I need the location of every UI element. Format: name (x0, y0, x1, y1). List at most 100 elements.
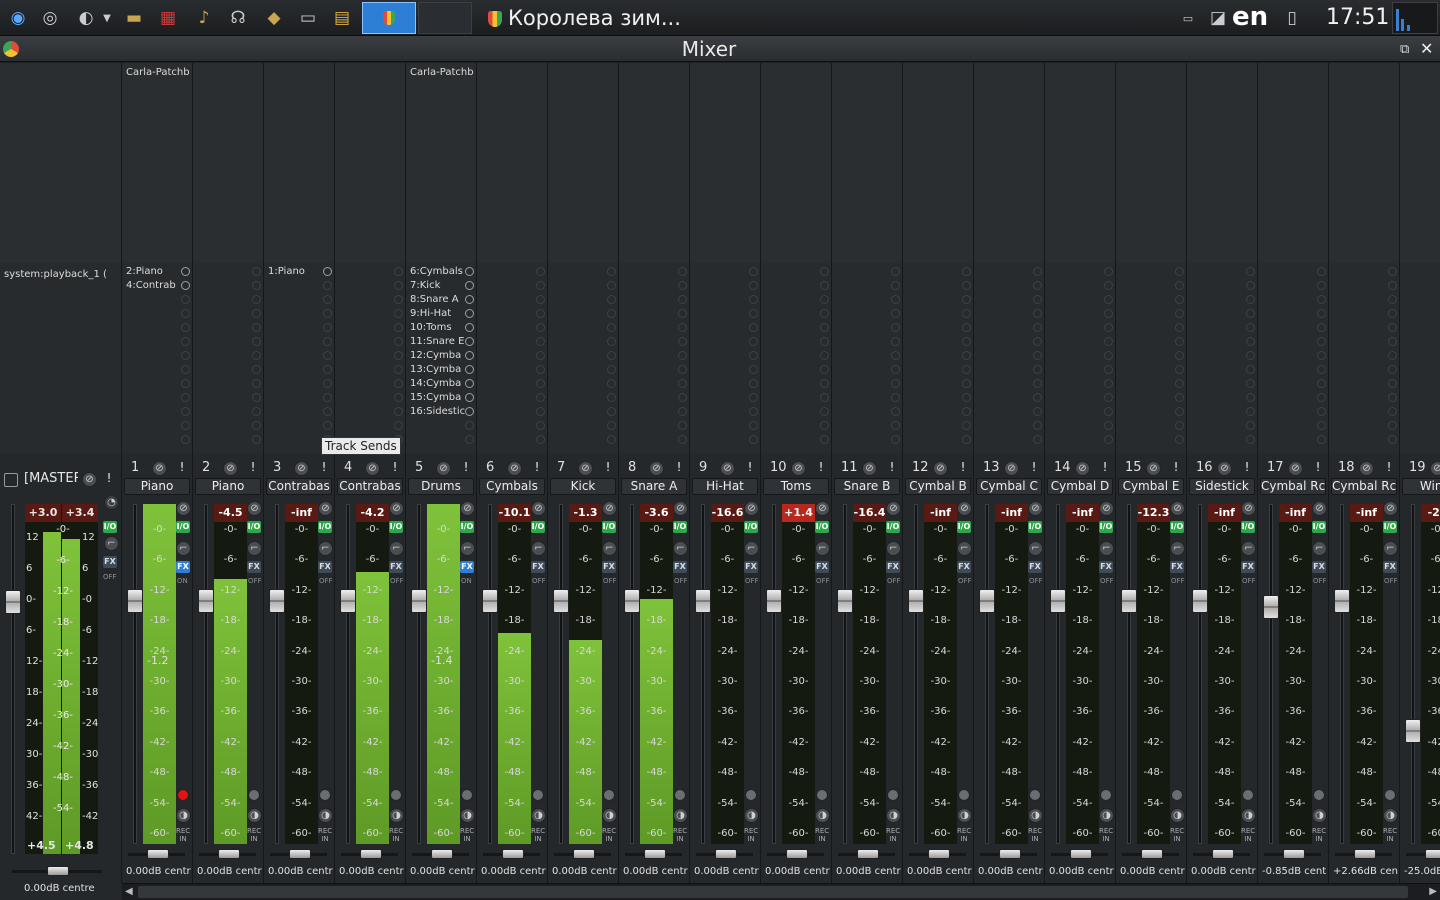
master-curve-icon[interactable]: ⌐ (104, 536, 119, 551)
empty-send-slot[interactable] (1033, 379, 1042, 388)
volume-fader[interactable] (269, 589, 285, 613)
pan-slider[interactable] (785, 849, 808, 859)
empty-send-slot[interactable] (1104, 309, 1113, 318)
mute-icon[interactable]: ⊘ (578, 461, 593, 476)
send-knob[interactable] (465, 337, 474, 346)
empty-send-slot[interactable] (820, 379, 829, 388)
volume-fader[interactable] (198, 589, 214, 613)
empty-send-slot[interactable] (1033, 267, 1042, 276)
empty-send-slot[interactable] (891, 309, 900, 318)
horizontal-scrollbar[interactable]: ◀ ▶ (122, 883, 1440, 900)
empty-send-slot[interactable] (323, 407, 332, 416)
empty-send-slot[interactable] (1104, 379, 1113, 388)
empty-send-slot[interactable] (962, 309, 971, 318)
master-menu-icon[interactable] (4, 473, 18, 487)
volume-fader-track[interactable] (630, 504, 634, 844)
input-monitor-icon[interactable]: ◑ (1028, 808, 1043, 823)
record-arm-button[interactable] (745, 789, 757, 801)
empty-send-slot[interactable] (323, 379, 332, 388)
empty-send-slot[interactable] (962, 393, 971, 402)
empty-send-slot[interactable] (1317, 351, 1326, 360)
mute-icon[interactable]: ⊘ (1075, 461, 1090, 476)
empty-send-slot[interactable] (181, 295, 190, 304)
empty-send-slot[interactable] (891, 337, 900, 346)
empty-send-slot[interactable] (820, 295, 829, 304)
strip-name[interactable]: Cymbal Rc (1331, 478, 1397, 495)
pan-knob[interactable]: ⊘ (389, 501, 404, 516)
network-icon[interactable]: ◪ (1206, 6, 1230, 30)
fx-button[interactable]: FX (602, 561, 616, 573)
solo-icon[interactable]: ! (674, 460, 684, 474)
record-arm-button[interactable] (319, 789, 331, 801)
empty-send-slot[interactable] (1175, 351, 1184, 360)
empty-send-slot[interactable] (1104, 267, 1113, 276)
empty-send-slot[interactable] (394, 309, 403, 318)
empty-send-slot[interactable] (181, 309, 190, 318)
empty-send-slot[interactable] (1317, 407, 1326, 416)
battery-icon[interactable]: ▯ (1280, 6, 1304, 30)
empty-send-slot[interactable] (1033, 407, 1042, 416)
empty-send-slot[interactable] (536, 351, 545, 360)
plugin-area[interactable] (619, 63, 689, 263)
empty-send-slot[interactable] (252, 309, 261, 318)
empty-send-slot[interactable] (891, 421, 900, 430)
pan-knob[interactable]: ⊘ (1312, 501, 1327, 516)
shield-app-icon[interactable]: ◆ (262, 6, 286, 30)
mute-icon[interactable]: ⊘ (1288, 461, 1303, 476)
window-titlebar[interactable]: Mixer ⧉ ✕ (0, 36, 1440, 62)
input-monitor-icon[interactable]: ◑ (1312, 808, 1327, 823)
volume-fader-track[interactable] (488, 504, 492, 844)
send-knob[interactable] (181, 267, 190, 276)
empty-send-slot[interactable] (1317, 337, 1326, 346)
empty-send-slot[interactable] (536, 365, 545, 374)
browser-icon[interactable]: ◐ (74, 6, 98, 30)
io-button[interactable]: I/O (1099, 521, 1113, 533)
empty-send-slot[interactable] (1104, 421, 1113, 430)
empty-send-slot[interactable] (891, 351, 900, 360)
empty-send-slot[interactable] (536, 435, 545, 444)
empty-send-slot[interactable] (536, 379, 545, 388)
empty-send-slot[interactable] (394, 267, 403, 276)
empty-send-slot[interactable] (1033, 435, 1042, 444)
empty-send-slot[interactable] (1175, 365, 1184, 374)
fx-button[interactable]: FX (318, 561, 332, 573)
send-knob[interactable] (465, 281, 474, 290)
io-button[interactable]: I/O (602, 521, 616, 533)
empty-send-slot[interactable] (678, 351, 687, 360)
empty-send-slot[interactable] (820, 407, 829, 416)
empty-send-slot[interactable] (1388, 337, 1397, 346)
empty-send-slot[interactable] (891, 435, 900, 444)
folder-icon[interactable]: ▬ (122, 6, 146, 30)
send-label[interactable]: 1:Piano (268, 266, 324, 277)
io-button[interactable]: I/O (957, 521, 971, 533)
taskbar-item-active[interactable] (362, 2, 416, 34)
fx-button[interactable]: FX (176, 561, 190, 573)
plugin-area[interactable] (548, 63, 618, 263)
volume-fader[interactable] (766, 589, 782, 613)
restore-icon[interactable]: ⧉ (1400, 42, 1409, 57)
curve-icon[interactable]: ⌐ (1312, 541, 1327, 556)
scrollbar-thumb[interactable] (138, 886, 1408, 898)
empty-send-slot[interactable] (323, 365, 332, 374)
empty-send-slot[interactable] (394, 407, 403, 416)
empty-send-slot[interactable] (891, 379, 900, 388)
mute-icon[interactable]: ⊘ (436, 461, 451, 476)
curve-icon[interactable]: ⌐ (744, 541, 759, 556)
fx-button[interactable]: FX (460, 561, 474, 573)
empty-send-slot[interactable] (678, 365, 687, 374)
volume-fader[interactable] (127, 589, 143, 613)
keyboard-icon[interactable]: ▭ (296, 6, 320, 30)
curve-icon[interactable]: ⌐ (531, 541, 546, 556)
empty-send-slot[interactable] (1317, 295, 1326, 304)
strip-name[interactable]: Cymbals (479, 478, 545, 495)
pan-knob[interactable]: ⊘ (815, 501, 830, 516)
empty-send-slot[interactable] (252, 267, 261, 276)
empty-send-slot[interactable] (323, 421, 332, 430)
taskbar-item-inactive[interactable] (418, 2, 472, 34)
archive-icon[interactable]: ▤ (330, 6, 354, 30)
mute-icon[interactable]: ⊘ (294, 461, 309, 476)
empty-send-slot[interactable] (1246, 379, 1255, 388)
empty-send-slot[interactable] (678, 379, 687, 388)
empty-send-slot[interactable] (181, 365, 190, 374)
volume-fader-track[interactable] (1056, 504, 1060, 844)
